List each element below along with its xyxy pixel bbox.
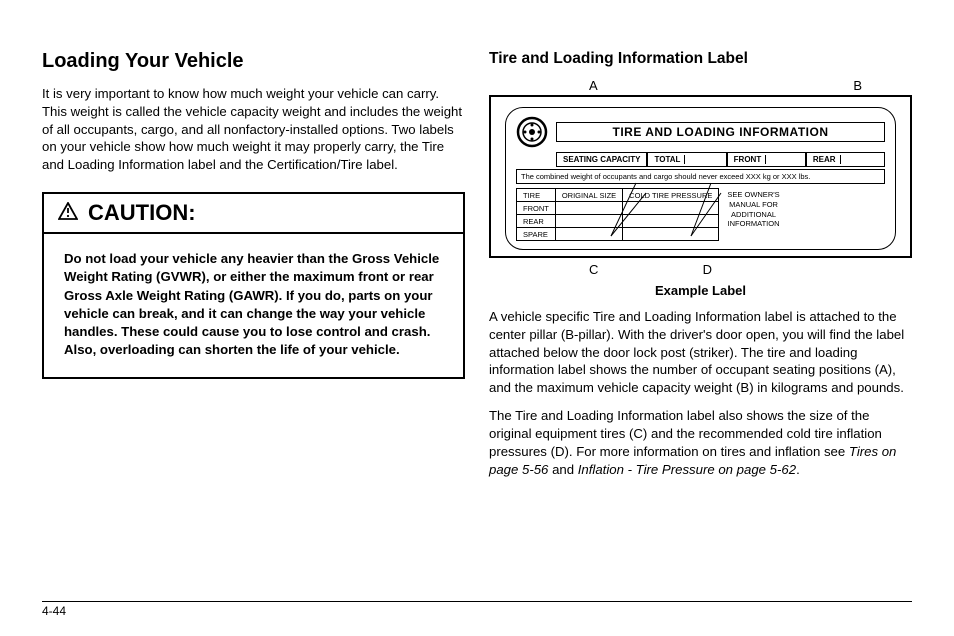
bottom-callout-markers: C D — [489, 262, 912, 277]
intro-paragraph: It is very important to know how much we… — [42, 85, 465, 174]
col-pressure: COLD TIRE PRESSURE — [623, 189, 719, 202]
two-column-layout: Loading Your Vehicle It is very importan… — [42, 50, 912, 488]
left-column: Loading Your Vehicle It is very importan… — [42, 50, 465, 488]
figure-wrapper: A B — [489, 78, 912, 277]
warning-icon — [58, 200, 78, 226]
tire-label-figure: TIRE AND LOADING INFORMATION SEATING CAP… — [489, 95, 912, 258]
callout-a: A — [589, 78, 598, 93]
page-footer: 4-44 — [42, 601, 912, 618]
label-title-row: TIRE AND LOADING INFORMATION — [516, 116, 885, 148]
tire-pressure-table: TIRE ORIGINAL SIZE COLD TIRE PRESSURE FR… — [516, 188, 719, 241]
caution-body: Do not load your vehicle any heavier tha… — [44, 234, 463, 377]
caution-text: Do not load your vehicle any heavier tha… — [64, 250, 443, 359]
row-spare: SPARE — [517, 228, 556, 241]
caution-box: CAUTION: Do not load your vehicle any he… — [42, 192, 465, 379]
manual-page: Loading Your Vehicle It is very importan… — [0, 0, 954, 636]
combined-weight-note: The combined weight of occupants and car… — [516, 169, 885, 184]
right-column: Tire and Loading Information Label A B — [489, 50, 912, 488]
section-heading: Loading Your Vehicle — [42, 50, 465, 73]
callout-b: B — [853, 78, 862, 93]
seating-capacity-label: SEATING CAPACITY — [556, 152, 647, 167]
col-tire: TIRE — [517, 189, 556, 202]
row-front: FRONT — [517, 202, 556, 215]
label-description-2: The Tire and Loading Information label a… — [489, 407, 912, 478]
caution-title: CAUTION: — [88, 200, 196, 226]
label-title-text: TIRE AND LOADING INFORMATION — [556, 122, 885, 142]
seating-rear-cell: REAR — [806, 152, 885, 167]
figure-caption: Example Label — [489, 283, 912, 298]
callout-d: D — [703, 262, 712, 277]
see-owners-manual-note: SEE OWNER'S MANUAL FOR ADDITIONAL INFORM… — [725, 188, 781, 241]
label-description-1: A vehicle specific Tire and Loading Info… — [489, 308, 912, 397]
tire-label-rounded: TIRE AND LOADING INFORMATION SEATING CAP… — [505, 107, 896, 250]
col-size: ORIGINAL SIZE — [555, 189, 622, 202]
page-number: 4-44 — [42, 604, 66, 618]
row-rear: REAR — [517, 215, 556, 228]
caution-header: CAUTION: — [44, 194, 463, 234]
seating-capacity-row: SEATING CAPACITY TOTAL FRONT REAR — [556, 152, 885, 167]
callout-c: C — [589, 262, 598, 277]
tire-icon — [516, 116, 548, 148]
seating-total-cell: TOTAL — [647, 152, 726, 167]
tire-grid-wrap: TIRE ORIGINAL SIZE COLD TIRE PRESSURE FR… — [516, 188, 885, 241]
xref-inflation: Inflation - Tire Pressure on page 5-62 — [578, 462, 796, 477]
seating-front-cell: FRONT — [727, 152, 806, 167]
subsection-heading: Tire and Loading Information Label — [489, 50, 912, 68]
top-callout-markers: A B — [489, 78, 912, 93]
